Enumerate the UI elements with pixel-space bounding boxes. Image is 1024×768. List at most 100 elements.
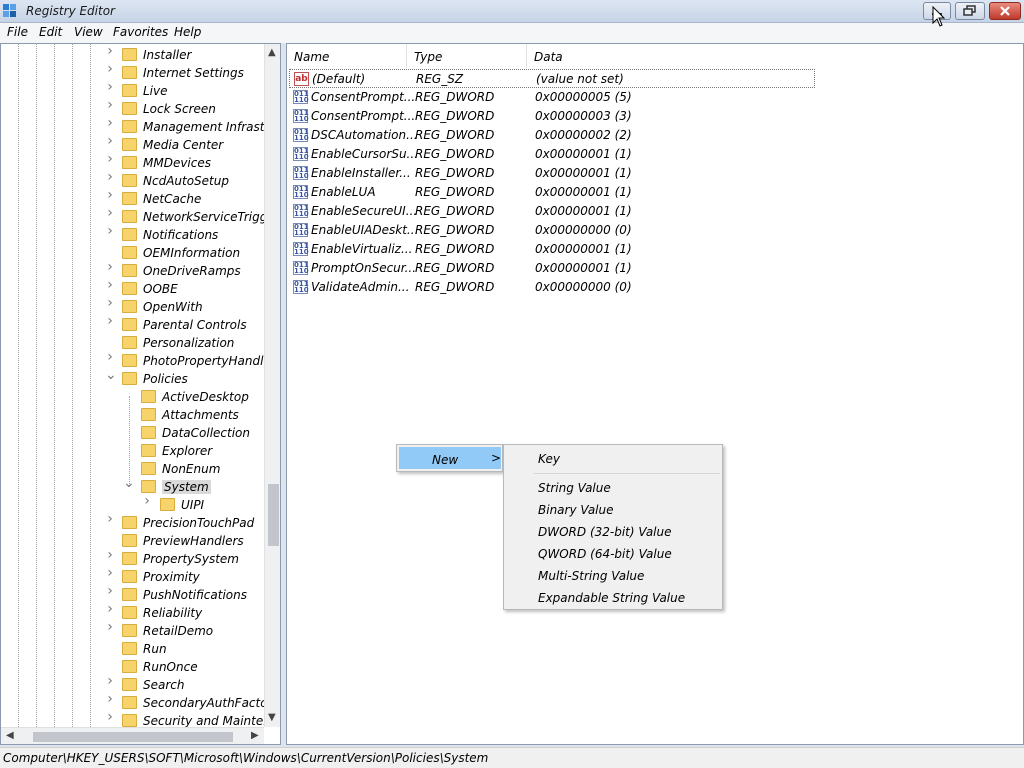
value-row[interactable]: 011 110 DSCAutomation... REG_DWORD 0x0000000… [289, 126, 815, 145]
chevron-right-icon[interactable]: › [105, 692, 115, 706]
tree-item[interactable]: OEMInformation [1, 244, 264, 262]
scroll-right-icon[interactable]: ▶ [251, 730, 259, 741]
tree-item[interactable]: › Internet Settings [1, 62, 264, 82]
tree-item[interactable]: RunOnce [1, 658, 264, 676]
close-button[interactable] [989, 2, 1021, 20]
tree-item[interactable]: PreviewHandlers [1, 532, 264, 550]
value-row[interactable]: 011 110 ConsentPrompt... REG_DWORD 0x0000000… [289, 107, 815, 126]
chevron-right-icon[interactable]: › [105, 584, 115, 598]
tree-item[interactable]: › NetworkServiceTriggers [1, 206, 280, 226]
tree-item[interactable]: › OpenWith [1, 296, 264, 316]
menu-file[interactable]: File [7, 25, 28, 39]
chevron-right-icon[interactable]: › [105, 296, 115, 310]
submenu-item-expandable-string-value[interactable]: Expandable String Value [538, 591, 685, 605]
chevron-right-icon[interactable]: › [105, 674, 115, 688]
tree-item[interactable]: › Media Center [1, 134, 264, 154]
chevron-right-icon[interactable]: › [142, 494, 152, 508]
tree-item[interactable]: › Reliability [1, 602, 264, 622]
tree-item[interactable]: ActiveDesktop [1, 388, 264, 406]
menu-edit[interactable]: Edit [39, 25, 62, 39]
tree-item[interactable]: › Search [1, 674, 264, 694]
chevron-right-icon[interactable]: › [105, 350, 115, 364]
tree-item[interactable]: › Proximity [1, 566, 264, 586]
column-header-data[interactable]: Data [527, 44, 927, 68]
tree-item[interactable]: › RetailDemo [1, 620, 264, 640]
chevron-right-icon[interactable]: › [105, 206, 115, 220]
chevron-right-icon[interactable]: › [105, 224, 115, 238]
menu-view[interactable]: View [74, 25, 103, 39]
column-header-name[interactable]: Name [287, 44, 407, 68]
value-row[interactable]: 011 110 EnableUIADeskt... REG_DWORD 0x000000… [289, 221, 815, 240]
menu-help[interactable]: Help [174, 25, 201, 39]
tree-item[interactable]: Explorer [1, 442, 264, 460]
submenu-item-key[interactable]: Key [538, 452, 560, 466]
tree-item[interactable]: › NetCache [1, 188, 264, 208]
tree-item[interactable]: › OOBE [1, 278, 264, 298]
column-header-type[interactable]: Type [407, 44, 527, 68]
chevron-right-icon[interactable]: › [105, 566, 115, 580]
restore-button[interactable] [955, 2, 985, 20]
value-row[interactable]: 011 110 EnableVirtualiz... REG_DWORD 0x00000… [289, 240, 815, 259]
chevron-right-icon[interactable]: › [105, 152, 115, 166]
scroll-down-icon[interactable]: ▼ [268, 712, 276, 723]
tree-item[interactable]: › Installer [1, 44, 264, 64]
chevron-right-icon[interactable]: › [105, 602, 115, 616]
chevron-right-icon[interactable]: › [105, 278, 115, 292]
chevron-right-icon[interactable]: › [105, 116, 115, 130]
chevron-down-icon[interactable]: ⌄ [105, 368, 117, 382]
tree-item[interactable]: Attachments [1, 406, 264, 424]
chevron-right-icon[interactable]: › [105, 548, 115, 562]
chevron-right-icon[interactable]: › [105, 80, 115, 94]
chevron-right-icon[interactable]: › [105, 170, 115, 184]
tree-item[interactable]: › PrecisionTouchPad [1, 512, 264, 532]
chevron-right-icon[interactable]: › [105, 260, 115, 274]
value-row[interactable]: 011 110 PromptOnSecur... REG_DWORD 0x0000000… [289, 259, 815, 278]
chevron-right-icon[interactable]: › [105, 188, 115, 202]
tree-item[interactable]: › Parental Controls [1, 314, 264, 334]
tree-vertical-scrollbar[interactable]: ▲ ▼ [264, 44, 280, 727]
scroll-thumb[interactable] [268, 484, 279, 546]
scroll-thumb-horizontal[interactable] [33, 732, 233, 742]
tree-item[interactable]: › NcdAutoSetup [1, 170, 264, 190]
scroll-up-icon[interactable]: ▲ [268, 47, 276, 58]
tree-item[interactable]: DataCollection [1, 424, 264, 442]
chevron-right-icon[interactable]: › [105, 710, 115, 724]
value-row[interactable]: 011 110 EnableCursorSu... REG_DWORD 0x000000… [289, 145, 815, 164]
tree-item[interactable]: › PushNotifications [1, 584, 264, 604]
tree-item[interactable]: › SecondaryAuthFactor [1, 692, 272, 712]
value-row[interactable]: 011 110 EnableInstaller... REG_DWORD 0x00000… [289, 164, 815, 183]
chevron-right-icon[interactable]: › [105, 62, 115, 76]
scroll-left-icon[interactable]: ◀ [6, 730, 14, 741]
submenu-item-dword-value[interactable]: DWORD (32-bit) Value [538, 525, 672, 539]
chevron-right-icon[interactable]: › [105, 98, 115, 112]
menu-item-new[interactable]: New > [399, 447, 501, 469]
chevron-right-icon[interactable]: › [105, 620, 115, 634]
registry-tree[interactable]: › Installer › Internet Settings › Live › Lock S… [0, 43, 281, 745]
tree-item[interactable]: › Lock Screen [1, 98, 264, 118]
submenu-item-string-value[interactable]: String Value [538, 481, 611, 495]
tree-item[interactable]: Run [1, 640, 264, 658]
menu-favorites[interactable]: Favorites [113, 25, 168, 39]
value-row[interactable]: ab (Default) REG_SZ (value not set) [289, 69, 815, 88]
chevron-right-icon[interactable]: › [105, 512, 115, 526]
tree-item[interactable]: › PropertySystem [1, 548, 264, 568]
tree-item[interactable]: › MMDevices [1, 152, 264, 172]
submenu-item-qword-value[interactable]: QWORD (64-bit) Value [538, 547, 672, 561]
tree-item[interactable]: › PhotoPropertyHandler [1, 350, 276, 370]
chevron-right-icon[interactable]: › [105, 314, 115, 328]
tree-item[interactable]: › OneDriveRamps [1, 260, 264, 280]
value-row[interactable]: 011 110 EnableLUA REG_DWORD 0x00000001 (1) [289, 183, 815, 202]
tree-horizontal-scrollbar[interactable]: ◀ ▶ [1, 727, 264, 744]
value-row[interactable]: 011 110 EnableSecureUI... REG_DWORD 0x000000… [289, 202, 815, 221]
tree-item[interactable]: › Notifications [1, 224, 264, 244]
value-row[interactable]: 011 110 ConsentPrompt... REG_DWORD 0x0000000… [289, 88, 815, 107]
chevron-right-icon[interactable]: › [105, 134, 115, 148]
tree-item[interactable]: › Management Infrastruc [1, 116, 280, 136]
tree-item[interactable]: › UIPI [1, 494, 264, 514]
tree-item[interactable]: › Live [1, 80, 264, 100]
chevron-right-icon[interactable]: › [105, 44, 115, 58]
chevron-down-icon[interactable]: ⌄ [123, 476, 135, 490]
submenu-item-binary-value[interactable]: Binary Value [538, 503, 614, 517]
tree-item[interactable]: Personalization [1, 334, 264, 352]
submenu-item-multi-string-value[interactable]: Multi-String Value [538, 569, 644, 583]
